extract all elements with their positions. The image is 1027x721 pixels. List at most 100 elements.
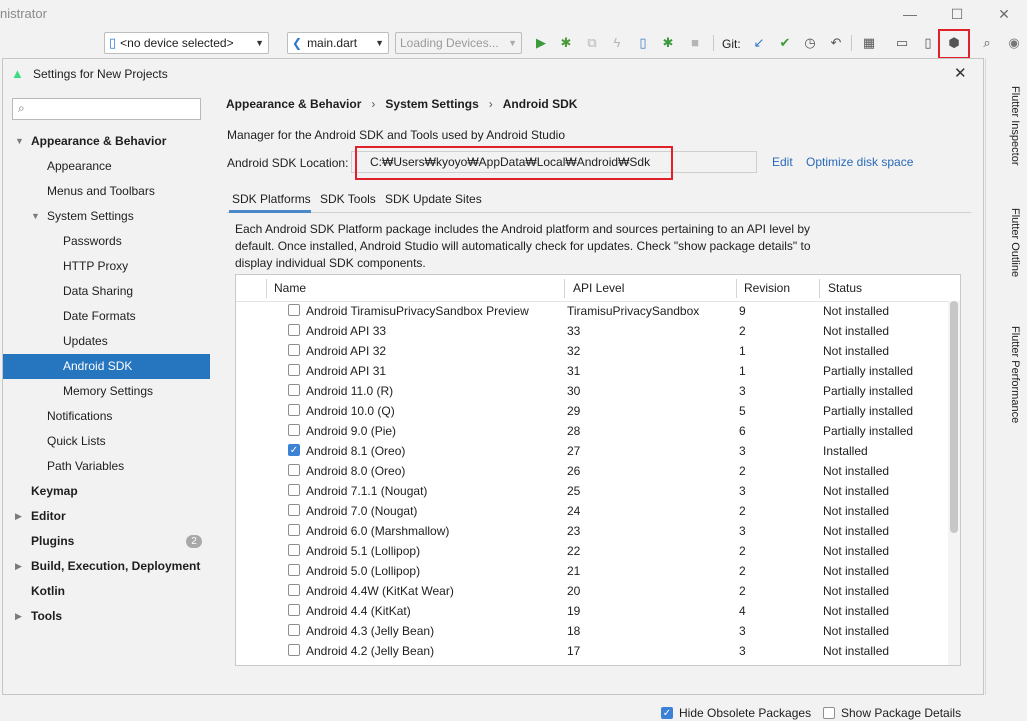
attach-debugger-icon[interactable]: ⧉: [582, 33, 602, 53]
table-row[interactable]: Android 4.2 (Jelly Bean) 17 3 Not installed: [236, 641, 948, 661]
table-row[interactable]: Android API 32 32 1 Not installed: [236, 341, 948, 361]
sidebar-item[interactable]: Notifications: [3, 404, 210, 429]
hide-obsolete-checkbox[interactable]: ✓: [661, 707, 673, 719]
minimize-icon[interactable]: —: [900, 4, 920, 24]
column-header-revision[interactable]: Revision: [744, 275, 790, 301]
sdk-manager-icon[interactable]: ⬢: [944, 33, 964, 53]
table-row[interactable]: Android 5.1 (Lollipop) 22 2 Not installed: [236, 541, 948, 561]
chevron-down-icon[interactable]: ▼: [15, 129, 24, 154]
table-row[interactable]: Android 4.3 (Jelly Bean) 18 3 Not installed: [236, 621, 948, 641]
table-row[interactable]: Android 11.0 (R) 30 3 Partially installed: [236, 381, 948, 401]
table-row[interactable]: Android 9.0 (Pie) 28 6 Partially installed: [236, 421, 948, 441]
sidebar-item[interactable]: Android SDK: [3, 354, 210, 379]
table-row[interactable]: Android 7.0 (Nougat) 24 2 Not installed: [236, 501, 948, 521]
scrollbar-thumb[interactable]: [950, 301, 958, 533]
row-checkbox[interactable]: [288, 504, 300, 516]
project-structure-icon[interactable]: ▦: [859, 33, 879, 53]
sidebar-item[interactable]: Plugins 2: [3, 529, 210, 554]
table-row[interactable]: Android 4.4 (KitKat) 19 4 Not installed: [236, 601, 948, 621]
sidebar-item[interactable]: Data Sharing: [3, 279, 210, 304]
tab-sdk-update-sites[interactable]: SDK Update Sites: [385, 187, 482, 212]
table-row[interactable]: Android TiramisuPrivacySandbox Preview Ti…: [236, 301, 948, 321]
chevron-down-icon[interactable]: ▼: [31, 204, 40, 229]
sidebar-item[interactable]: Kotlin: [3, 579, 210, 604]
show-package-details-toggle[interactable]: Show Package Details: [823, 705, 961, 721]
run-config-selector[interactable]: ❮ main.dart ▼: [287, 32, 389, 54]
table-row[interactable]: Android API 31 31 1 Partially installed: [236, 361, 948, 381]
row-checkbox[interactable]: [288, 624, 300, 636]
sidebar-item[interactable]: Appearance: [3, 154, 210, 179]
sidebar-item[interactable]: ▶ Editor: [3, 504, 210, 529]
row-checkbox[interactable]: [288, 524, 300, 536]
sidebar-item[interactable]: ▶ Tools: [3, 604, 210, 629]
sidebar-item[interactable]: Updates: [3, 329, 210, 354]
row-checkbox[interactable]: [288, 344, 300, 356]
row-checkbox[interactable]: [288, 604, 300, 616]
settings-search-input[interactable]: ⌕: [12, 98, 201, 120]
row-checkbox[interactable]: [288, 644, 300, 656]
tab-flutter-performance[interactable]: Flutter Performance: [1009, 326, 1021, 423]
bug-icon[interactable]: ✱: [658, 33, 678, 53]
table-row[interactable]: Android 8.0 (Oreo) 26 2 Not installed: [236, 461, 948, 481]
git-update-icon[interactable]: ↙: [749, 33, 769, 53]
edit-link[interactable]: Edit: [772, 155, 793, 169]
tab-sdk-platforms[interactable]: SDK Platforms: [232, 187, 311, 212]
row-checkbox[interactable]: ✓: [288, 444, 300, 456]
tab-sdk-tools[interactable]: SDK Tools: [320, 187, 376, 212]
table-row[interactable]: Android 7.1.1 (Nougat) 25 3 Not installed: [236, 481, 948, 501]
run-icon[interactable]: ▶: [531, 33, 551, 53]
loading-devices-selector[interactable]: Loading Devices... ▼: [395, 32, 522, 54]
sidebar-item[interactable]: ▼ System Settings: [3, 204, 210, 229]
sidebar-item[interactable]: Memory Settings: [3, 379, 210, 404]
table-row[interactable]: Android 5.0 (Lollipop) 21 2 Not installed: [236, 561, 948, 581]
close-icon[interactable]: ✕: [954, 64, 967, 82]
hot-reload-icon[interactable]: ϟ: [607, 33, 627, 53]
device-manager-icon[interactable]: ▯: [633, 33, 653, 53]
table-row[interactable]: Android API 33 33 2 Not installed: [236, 321, 948, 341]
sidebar-item[interactable]: ▶ Build, Execution, Deployment: [3, 554, 210, 579]
avd-manager-icon[interactable]: ▭: [892, 33, 912, 53]
sidebar-item[interactable]: HTTP Proxy: [3, 254, 210, 279]
device-selector[interactable]: ▯ <no device selected> ▼: [104, 32, 269, 54]
sidebar-item[interactable]: ▼ Appearance & Behavior: [3, 129, 210, 154]
row-checkbox[interactable]: [288, 384, 300, 396]
row-checkbox[interactable]: [288, 584, 300, 596]
search-icon[interactable]: ⌕: [977, 33, 997, 53]
sidebar-item[interactable]: Path Variables: [3, 454, 210, 479]
device-file-icon[interactable]: ▯: [918, 33, 938, 53]
table-scrollbar[interactable]: [948, 301, 960, 665]
optimize-disk-space-link[interactable]: Optimize disk space: [806, 155, 913, 169]
column-header-api-level[interactable]: API Level: [573, 275, 624, 301]
stop-icon[interactable]: ■: [685, 33, 705, 53]
git-rollback-icon[interactable]: ↶: [826, 33, 846, 53]
avatar-icon[interactable]: ◉: [1004, 33, 1024, 53]
tab-flutter-outline[interactable]: Flutter Outline: [1009, 208, 1021, 277]
debug-icon[interactable]: ✱: [556, 33, 576, 53]
row-checkbox[interactable]: [288, 324, 300, 336]
row-checkbox[interactable]: [288, 484, 300, 496]
table-row[interactable]: Android 10.0 (Q) 29 5 Partially installed: [236, 401, 948, 421]
row-checkbox[interactable]: [288, 304, 300, 316]
chevron-right-icon[interactable]: ▶: [15, 604, 22, 629]
maximize-icon[interactable]: ☐: [947, 4, 967, 24]
column-header-status[interactable]: Status: [828, 275, 862, 301]
git-commit-icon[interactable]: ✔: [775, 33, 795, 53]
column-header-name[interactable]: Name: [274, 275, 306, 301]
row-checkbox[interactable]: [288, 364, 300, 376]
chevron-right-icon[interactable]: ▶: [15, 554, 22, 579]
table-row[interactable]: Android 4.4W (KitKat Wear) 20 2 Not install…: [236, 581, 948, 601]
sidebar-item[interactable]: Menus and Toolbars: [3, 179, 210, 204]
close-window-icon[interactable]: ✕: [994, 4, 1014, 24]
sidebar-item[interactable]: Passwords: [3, 229, 210, 254]
tab-flutter-inspector[interactable]: Flutter Inspector: [1009, 86, 1021, 165]
sidebar-item[interactable]: Keymap: [3, 479, 210, 504]
row-checkbox[interactable]: [288, 424, 300, 436]
row-checkbox[interactable]: [288, 564, 300, 576]
hide-obsolete-packages-toggle[interactable]: ✓ Hide Obsolete Packages: [661, 705, 811, 721]
table-row[interactable]: Android 6.0 (Marshmallow) 23 3 Not installe…: [236, 521, 948, 541]
row-checkbox[interactable]: [288, 404, 300, 416]
show-details-checkbox[interactable]: [823, 707, 835, 719]
table-row[interactable]: ✓ Android 8.1 (Oreo) 27 3 Installed: [236, 441, 948, 461]
row-checkbox[interactable]: [288, 464, 300, 476]
row-checkbox[interactable]: [288, 544, 300, 556]
